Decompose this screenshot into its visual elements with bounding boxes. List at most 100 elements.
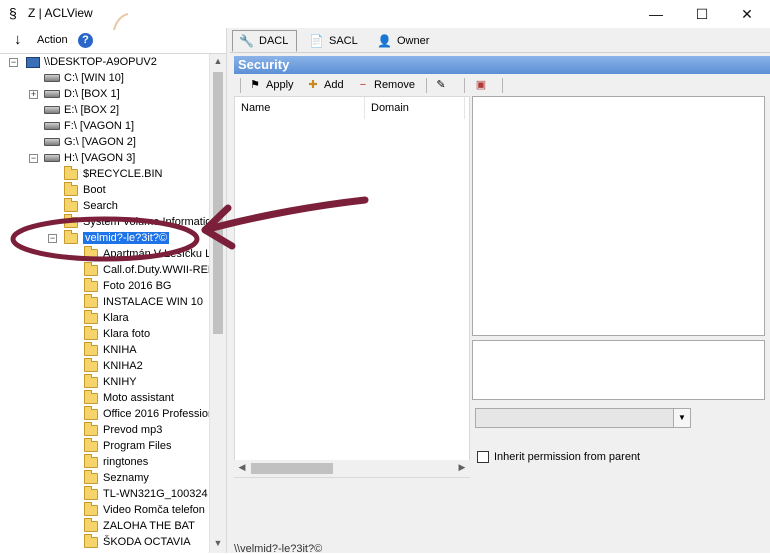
drive-label: E:\ [BOX 2] [64, 104, 120, 116]
collapse-root-icon[interactable]: − [9, 58, 18, 67]
tree-folder[interactable]: Klara foto [84, 325, 151, 342]
tree-folder[interactable]: ZALOHA THE BAT [84, 517, 195, 534]
owner-icon: 👤 [377, 34, 392, 49]
sort-icon[interactable]: ↓ [14, 31, 22, 48]
maximize-button[interactable]: ☐ [679, 0, 725, 28]
drive-icon [44, 74, 60, 83]
folder-label: Call.of.Duty.WWII-RELOADED [103, 264, 210, 276]
column-header-domain[interactable]: Domain [365, 97, 465, 119]
tree-folder[interactable]: Prevod mp3 [84, 421, 162, 438]
minimize-button[interactable]: — [633, 0, 679, 28]
help-icon[interactable]: ? [78, 33, 93, 48]
tree-folder[interactable]: ringtones [84, 453, 149, 470]
folder-label: Klara [103, 312, 129, 324]
tree-scroll-thumb[interactable] [213, 72, 223, 334]
folder-icon [84, 277, 98, 292]
tree-folder[interactable]: KNIHA [84, 341, 137, 358]
tree-folder[interactable]: Boot [64, 181, 106, 198]
edit-permissions-button[interactable]: ✎ [434, 77, 452, 94]
add-button[interactable]: ✚ Add [306, 77, 344, 94]
drive-icon [44, 138, 60, 147]
folder-label: Klara foto [103, 328, 151, 340]
tab-owner[interactable]: 👤 Owner [370, 30, 438, 52]
drive-label: F:\ [VAGON 1] [64, 120, 135, 132]
folder-label: ringtones [103, 456, 149, 468]
folder-icon [84, 421, 98, 436]
tab-bar: 🔧 DACL 📄 SACL 👤 Owner [230, 28, 770, 53]
folder-label: Seznamy [103, 472, 149, 484]
folder-icon [84, 453, 98, 468]
tree-folder[interactable]: Search [64, 197, 118, 214]
column-header-name[interactable]: Name [235, 97, 365, 119]
tree-folder[interactable]: Office 2016 Professional [84, 405, 210, 422]
scroll-right-icon[interactable]: ▶ [454, 462, 470, 473]
toolbar-separator [426, 78, 427, 93]
folder-icon [84, 533, 98, 548]
tree-folder[interactable]: Call.of.Duty.WWII-RELOADED [84, 261, 210, 278]
apply-button[interactable]: ⚑ Apply [248, 77, 293, 94]
scroll-down-icon[interactable]: ▼ [210, 538, 226, 548]
permission-combo[interactable]: ▼ [475, 408, 691, 428]
tree-drive[interactable]: E:\ [BOX 2] [44, 102, 119, 118]
description-box [472, 340, 765, 400]
tree-drive[interactable]: D:\ [BOX 1] [44, 86, 120, 102]
tree-folder[interactable]: $RECYCLE.BIN [64, 165, 162, 182]
chevron-down-icon[interactable]: ▼ [673, 409, 690, 427]
scroll-up-icon[interactable]: ▲ [210, 56, 226, 66]
drive-icon [44, 122, 60, 131]
tree-drive[interactable]: H:\ [VAGON 3] [44, 150, 135, 166]
expand-drive-d-icon[interactable]: + [29, 90, 38, 99]
inherit-label: Inherit permission from parent [494, 451, 641, 463]
folder-label: Video Romča telefon [103, 504, 205, 516]
folder-icon [84, 245, 98, 260]
folder-icon [84, 389, 98, 404]
tree-scrollbar[interactable]: ▲ ▼ [209, 54, 226, 553]
acl-list-hscrollbar[interactable]: ◀ ▶ [234, 460, 470, 477]
action-menu[interactable]: Action [37, 34, 68, 46]
tree-folder[interactable]: Moto assistant [84, 389, 174, 406]
tree-toolbar: ↓ Action ? [0, 28, 226, 54]
folder-icon [84, 373, 98, 388]
permissions-box[interactable] [472, 96, 765, 336]
tab-dacl[interactable]: 🔧 DACL [232, 30, 298, 52]
add-user-icon: ✚ [308, 79, 318, 92]
tree-folder[interactable]: KNIHA2 [84, 357, 143, 374]
acl-list[interactable]: Name Domain [234, 96, 470, 478]
tree-folder[interactable]: System Volume Information [64, 213, 210, 230]
tree-folder-selected[interactable]: velmid?-le?3it?© [64, 229, 170, 246]
save-button[interactable]: ▣ [474, 77, 492, 94]
key-icon: 🔧 [239, 34, 254, 49]
folder-label: Office 2016 Professional [103, 408, 210, 420]
tree-folder[interactable]: ŠKODA OCTAVIA [84, 533, 191, 550]
drive-label: H:\ [VAGON 3] [64, 152, 136, 164]
tree-folder[interactable]: Seznamy [84, 469, 149, 486]
tree-folder[interactable]: Program Files [84, 437, 171, 454]
toolbar-separator [240, 78, 241, 93]
close-button[interactable]: ✕ [724, 0, 770, 28]
acl-hscroll-thumb[interactable] [251, 463, 333, 474]
tree-folder[interactable]: INSTALACE WIN 10 [84, 293, 203, 310]
tree-drive[interactable]: C:\ [WIN 10] [44, 70, 124, 86]
inherit-checkbox[interactable]: Inherit permission from parent [477, 450, 640, 466]
scroll-left-icon[interactable]: ◀ [234, 462, 250, 473]
collapse-drive-h-icon[interactable]: − [29, 154, 38, 163]
tree-folder[interactable]: Apartmán V Lesíčku Losiny [84, 245, 210, 262]
collapse-folder-icon[interactable]: − [48, 234, 57, 243]
tree-folder[interactable]: Foto 2016 BG [84, 277, 172, 294]
folder-label: TL-WN321G_100324 [103, 488, 208, 500]
tree-drive[interactable]: F:\ [VAGON 1] [44, 118, 134, 134]
tree-folder[interactable]: TL-WN321G_100324 [84, 485, 208, 502]
tree-folder[interactable]: KNIHY [84, 373, 137, 390]
tree-folder[interactable]: Klara [84, 309, 129, 326]
tree-drive[interactable]: G:\ [VAGON 2] [44, 134, 136, 150]
remove-button[interactable]: − Remove [356, 77, 415, 94]
tree-root[interactable]: \\DESKTOP-A9OPUV2 [26, 54, 157, 70]
folder-label: Search [83, 200, 118, 212]
add-label: Add [324, 79, 344, 91]
checkbox-box[interactable] [477, 451, 489, 464]
tab-sacl[interactable]: 📄 SACL [302, 30, 367, 52]
drive-label: D:\ [BOX 1] [64, 88, 120, 100]
tree-folder[interactable]: Video Romča telefon [84, 501, 205, 518]
window-title: Z | ACLView [28, 6, 93, 20]
drive-label: G:\ [VAGON 2] [64, 136, 136, 148]
